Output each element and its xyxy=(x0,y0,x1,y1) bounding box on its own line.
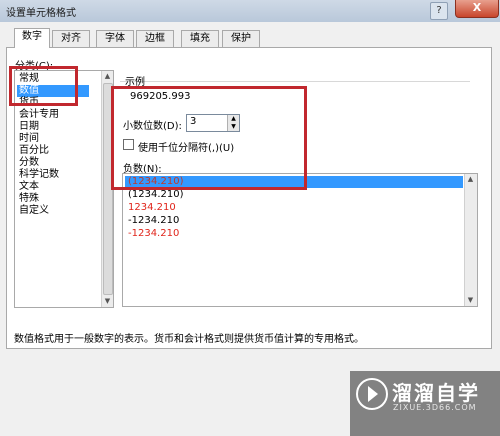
tab-protection[interactable]: 保护 xyxy=(222,30,260,47)
negative-list-scrollbar[interactable]: ▲ ▼ xyxy=(464,174,477,306)
watermark-title: 溜溜自学 xyxy=(392,381,480,405)
category-item-percentage[interactable]: 百分比 xyxy=(17,145,89,157)
category-item-text[interactable]: 文本 xyxy=(17,181,89,193)
scroll-up-icon[interactable]: ▲ xyxy=(102,71,113,82)
help-button[interactable]: ? xyxy=(430,2,448,20)
negative-item-5[interactable]: -1234.210 xyxy=(125,228,463,240)
negative-item-4[interactable]: -1234.210 xyxy=(125,215,463,227)
close-button[interactable]: X xyxy=(455,0,499,18)
tab-fill[interactable]: 填充 xyxy=(181,30,219,47)
scroll-up-icon[interactable]: ▲ xyxy=(465,174,476,185)
category-item-fraction[interactable]: 分数 xyxy=(17,157,89,169)
negative-item-2[interactable]: (1234.210) xyxy=(125,189,463,201)
category-item-special[interactable]: 特殊 xyxy=(17,193,89,205)
category-item-custom[interactable]: 自定义 xyxy=(17,205,89,217)
negative-numbers-list[interactable]: (1234.210) (1234.210) 1234.210 -1234.210… xyxy=(122,173,478,307)
title-bar: 设置单元格格式 ? X xyxy=(0,0,500,22)
negative-item-3[interactable]: 1234.210 xyxy=(125,202,463,214)
tab-border[interactable]: 边框 xyxy=(136,30,174,47)
tab-number[interactable]: 数字 xyxy=(14,28,50,48)
scroll-down-icon[interactable]: ▼ xyxy=(465,295,476,306)
category-item-accounting[interactable]: 会计专用 xyxy=(17,109,89,121)
category-item-date[interactable]: 日期 xyxy=(17,121,89,133)
play-logo-icon xyxy=(356,378,388,410)
category-item-time[interactable]: 时间 xyxy=(17,133,89,145)
tab-strip: 数字 对齐 字体 边框 填充 保护 xyxy=(6,28,486,48)
category-highlight-box xyxy=(9,66,78,106)
format-description: 数值格式用于一般数字的表示。货币和会计格式则提供货币值计算的专用格式。 xyxy=(14,334,364,345)
options-highlight-box xyxy=(111,86,307,190)
window-title: 设置单元格格式 xyxy=(6,8,76,19)
category-item-scientific[interactable]: 科学记数 xyxy=(17,169,89,181)
watermark-url: ZIXUE.3D66.COM xyxy=(393,403,477,412)
tab-alignment[interactable]: 对齐 xyxy=(52,30,90,47)
scroll-down-icon[interactable]: ▼ xyxy=(102,296,113,307)
tab-font[interactable]: 字体 xyxy=(96,30,134,47)
